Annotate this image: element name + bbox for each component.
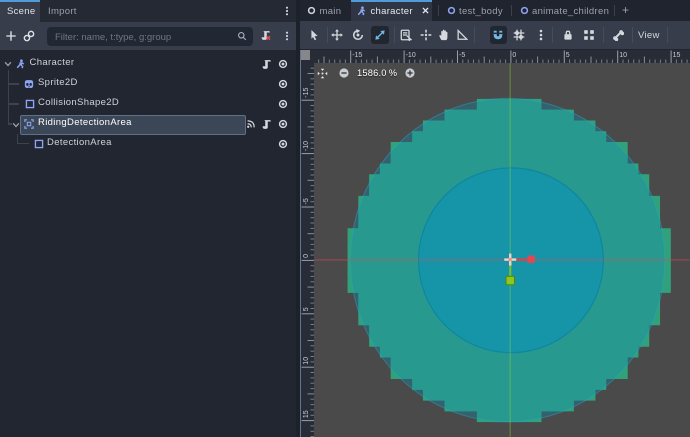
svg-text:-15: -15 (303, 87, 310, 97)
svg-text:5: 5 (565, 52, 569, 59)
svg-text:-15: -15 (352, 52, 362, 59)
svg-text:15: 15 (672, 52, 680, 59)
svg-text:-10: -10 (303, 141, 310, 151)
svg-text:10: 10 (619, 52, 627, 59)
svg-text:15: 15 (303, 410, 310, 418)
svg-text:-5: -5 (303, 198, 310, 204)
svg-text:10: 10 (303, 357, 310, 365)
svg-text:-5: -5 (459, 52, 465, 59)
svg-text:5: 5 (303, 307, 310, 311)
svg-text:-10: -10 (405, 52, 415, 59)
svg-text:0: 0 (512, 52, 516, 59)
svg-text:0: 0 (303, 254, 310, 258)
